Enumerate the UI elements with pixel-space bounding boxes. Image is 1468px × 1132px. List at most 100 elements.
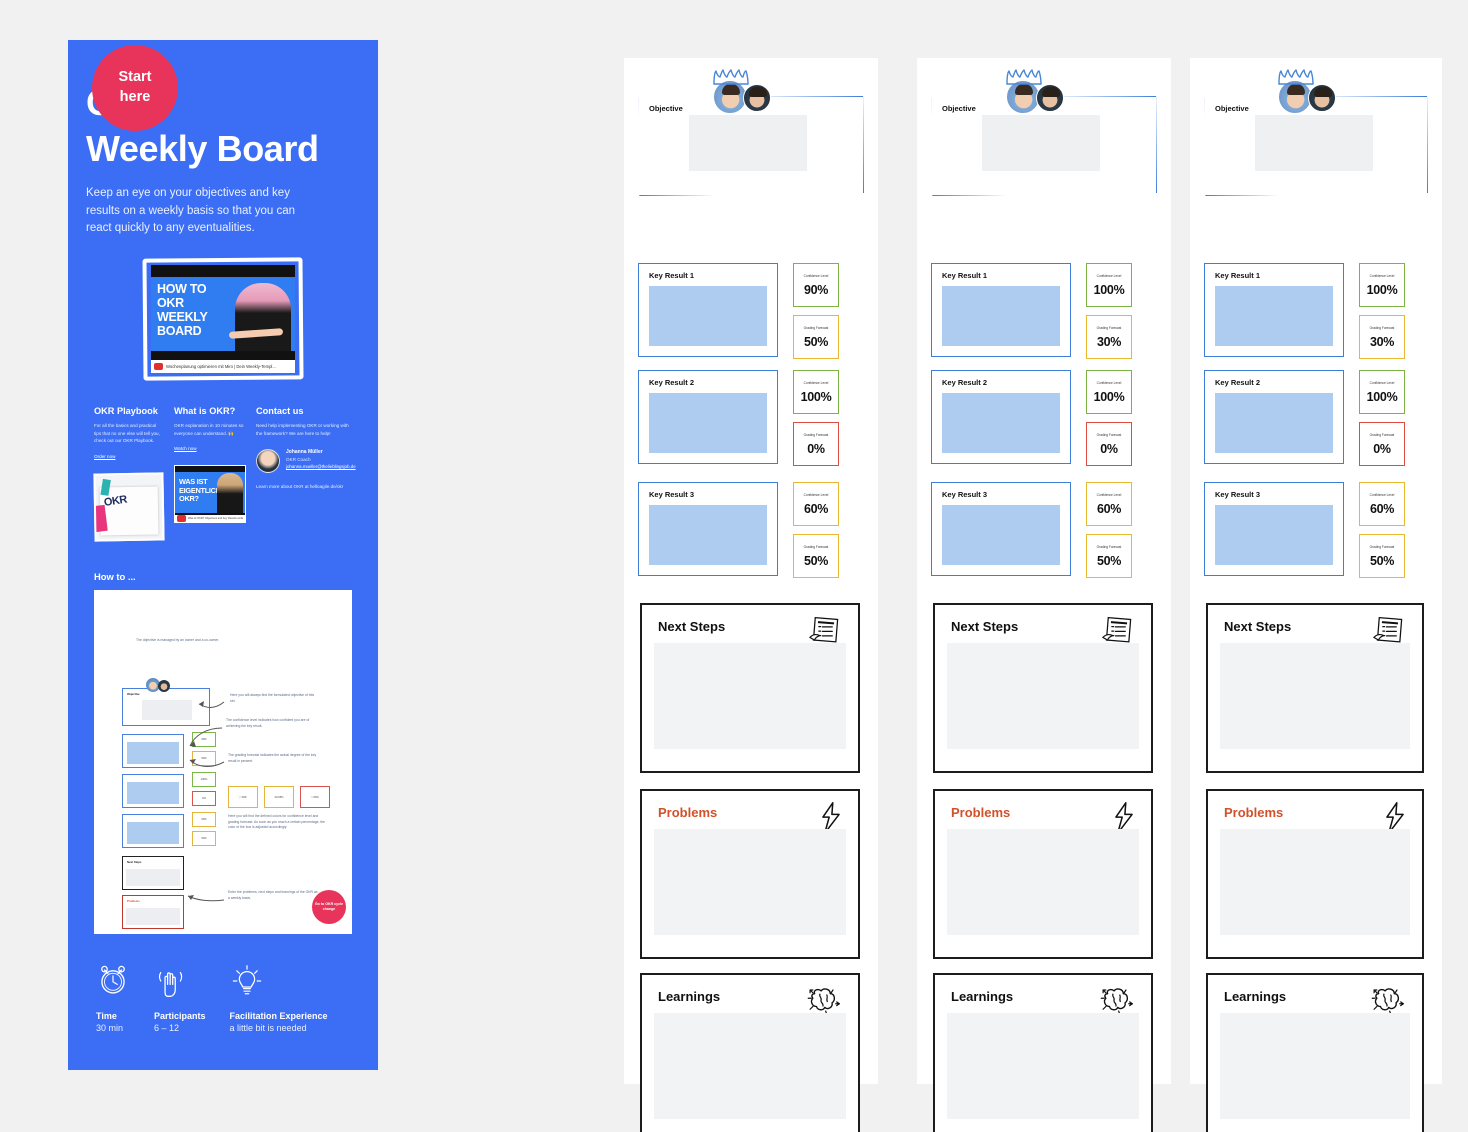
okr-cycle-change-badge-text: Go to OKR cycle change: [314, 902, 344, 912]
key-result-content-area[interactable]: [1215, 505, 1333, 565]
key-result-content-area[interactable]: [649, 393, 767, 453]
confidence-level-chip[interactable]: Confidence Level 100%: [1086, 263, 1132, 307]
problems-content-area[interactable]: [947, 829, 1139, 935]
objective-content-area[interactable]: [1255, 115, 1373, 171]
problems-content-area[interactable]: [654, 829, 846, 935]
key-result-card[interactable]: Key Result 1: [931, 263, 1071, 357]
confidence-level-value: 60%: [803, 501, 829, 516]
key-result-title: Key Result 1: [649, 271, 695, 280]
key-result-content-area[interactable]: [649, 505, 767, 565]
grading-forecast-chip[interactable]: Grading Forecast 0%: [1359, 422, 1405, 466]
confidence-level-value: 100%: [1366, 282, 1398, 297]
key-result-content-area[interactable]: [942, 393, 1060, 453]
learnings-content-area[interactable]: [654, 1013, 846, 1119]
learnings-title: Learnings: [1224, 989, 1287, 1004]
confidence-level-label: Confidence Level: [1096, 492, 1122, 497]
start-here-badge[interactable]: Start here: [92, 45, 178, 131]
learnings-card[interactable]: Learnings: [933, 973, 1153, 1132]
key-result-content-area[interactable]: [942, 505, 1060, 565]
playbook-heading: OKR Playbook: [94, 405, 158, 416]
key-result-card[interactable]: Key Result 1: [638, 263, 778, 357]
key-result-content-area[interactable]: [1215, 286, 1333, 346]
howto-legend-2: 33-65%: [264, 786, 294, 809]
whatisokr-thumbnail[interactable]: WAS IST EIGENTLICH OKR? Was ist OKR? Obj…: [174, 465, 246, 524]
problems-card[interactable]: Problems: [1206, 789, 1424, 959]
grading-forecast-label: Grading Forecast: [803, 544, 829, 549]
confidence-level-chip[interactable]: Confidence Level 100%: [1359, 370, 1405, 414]
howto-note-top: The objective is managed by an owner and…: [136, 638, 220, 643]
key-result-card[interactable]: Key Result 1: [1204, 263, 1344, 357]
next-steps-card[interactable]: Next Steps: [1206, 603, 1424, 773]
learnings-card[interactable]: Learnings: [640, 973, 860, 1132]
howto-chip-grad-2: 0%: [192, 791, 216, 807]
start-badge-line-1: Start: [118, 69, 152, 86]
grading-forecast-label: Grading Forecast: [1096, 432, 1122, 437]
problems-card[interactable]: Problems: [640, 789, 860, 959]
next-steps-card[interactable]: Next Steps: [933, 603, 1153, 773]
avatar: [256, 449, 280, 474]
grading-forecast-chip[interactable]: Grading Forecast 50%: [793, 315, 839, 359]
playbook-thumbnail[interactable]: OKR: [93, 472, 165, 542]
grading-forecast-chip[interactable]: Grading Forecast 50%: [1086, 534, 1132, 578]
meta-row: Time 30 min Participants 6 – 12 Facilita…: [86, 964, 360, 1033]
grading-forecast-chip[interactable]: Grading Forecast 30%: [1359, 315, 1405, 359]
confidence-level-chip[interactable]: Confidence Level 100%: [1086, 370, 1132, 414]
key-result-content-area[interactable]: [1215, 393, 1333, 453]
key-result-row: Key Result 3 Confidence Level 60% Gradin…: [638, 482, 870, 578]
confidence-level-label: Confidence Level: [1369, 273, 1395, 278]
grading-forecast-label: Grading Forecast: [1369, 544, 1395, 549]
confidence-level-chip[interactable]: Confidence Level 100%: [1359, 263, 1405, 307]
learnings-content-area[interactable]: [947, 1013, 1139, 1119]
key-result-row: Key Result 3 Confidence Level 60% Gradin…: [1204, 482, 1434, 578]
howto-diagram[interactable]: The objective is managed by an owner and…: [94, 590, 352, 935]
confidence-level-label: Confidence Level: [803, 273, 829, 278]
problems-content-area[interactable]: [1220, 829, 1410, 935]
problems-card[interactable]: Problems: [933, 789, 1153, 959]
key-result-card[interactable]: Key Result 2: [638, 370, 778, 464]
meta-participants: Participants 6 – 12: [154, 964, 206, 1033]
key-result-content-area[interactable]: [942, 286, 1060, 346]
key-result-card[interactable]: Key Result 3: [1204, 482, 1344, 576]
objective-title: Objective: [649, 104, 683, 113]
grading-forecast-chip[interactable]: Grading Forecast 50%: [1359, 534, 1405, 578]
how-to-video-thumbnail[interactable]: HOW TO OKR WEEKLY BOARD Wochenplanung op…: [142, 257, 304, 381]
grading-forecast-value: 50%: [803, 334, 829, 349]
learnings-content-area[interactable]: [1220, 1013, 1410, 1119]
key-result-row: Key Result 2 Confidence Level 100% Gradi…: [1204, 370, 1434, 466]
okr-cycle-change-badge[interactable]: Go to OKR cycle change: [312, 890, 346, 925]
key-result-card[interactable]: Key Result 2: [931, 370, 1071, 464]
grading-forecast-chip[interactable]: Grading Forecast 0%: [1086, 422, 1132, 466]
key-result-card[interactable]: Key Result 2: [1204, 370, 1344, 464]
contact-email-link[interactable]: johanna.mueller@thelieblingsjob.de: [286, 464, 356, 469]
grading-forecast-value: 0%: [1100, 441, 1118, 456]
contact-person: Johanna Müller OKR Coach johanna.mueller…: [256, 449, 356, 474]
grading-forecast-chip[interactable]: Grading Forecast 30%: [1086, 315, 1132, 359]
learnings-card[interactable]: Learnings: [1206, 973, 1424, 1132]
confidence-level-chip[interactable]: Confidence Level 90%: [793, 263, 839, 307]
next-steps-card[interactable]: Next Steps: [640, 603, 860, 773]
problems-title: Problems: [658, 805, 718, 820]
grading-forecast-label: Grading Forecast: [1369, 432, 1395, 437]
avatar-coowner[interactable]: [1308, 84, 1336, 112]
grading-forecast-chip[interactable]: Grading Forecast 0%: [793, 422, 839, 466]
key-result-card[interactable]: Key Result 3: [638, 482, 778, 576]
confidence-level-chip[interactable]: Confidence Level 100%: [793, 370, 839, 414]
key-result-content-area[interactable]: [649, 286, 767, 346]
order-now-link[interactable]: Order now: [94, 454, 115, 459]
watch-now-link[interactable]: Watch now: [174, 446, 197, 451]
confidence-level-chip[interactable]: Confidence Level 60%: [1359, 482, 1405, 526]
grading-forecast-chip[interactable]: Grading Forecast 50%: [793, 534, 839, 578]
objective-content-area[interactable]: [689, 115, 807, 171]
youtube-icon: [177, 515, 186, 523]
next-steps-content-area[interactable]: [654, 643, 846, 749]
confidence-level-chip[interactable]: Confidence Level 60%: [1086, 482, 1132, 526]
next-steps-content-area[interactable]: [947, 643, 1139, 749]
avatar-coowner[interactable]: [1036, 84, 1064, 112]
howto-legend-1: < 33%: [228, 786, 258, 809]
confidence-level-chip[interactable]: Confidence Level 60%: [793, 482, 839, 526]
howto-chip-conf-1: 90%: [192, 732, 216, 748]
objective-content-area[interactable]: [982, 115, 1100, 171]
avatar-coowner[interactable]: [743, 84, 771, 112]
next-steps-content-area[interactable]: [1220, 643, 1410, 749]
key-result-card[interactable]: Key Result 3: [931, 482, 1071, 576]
